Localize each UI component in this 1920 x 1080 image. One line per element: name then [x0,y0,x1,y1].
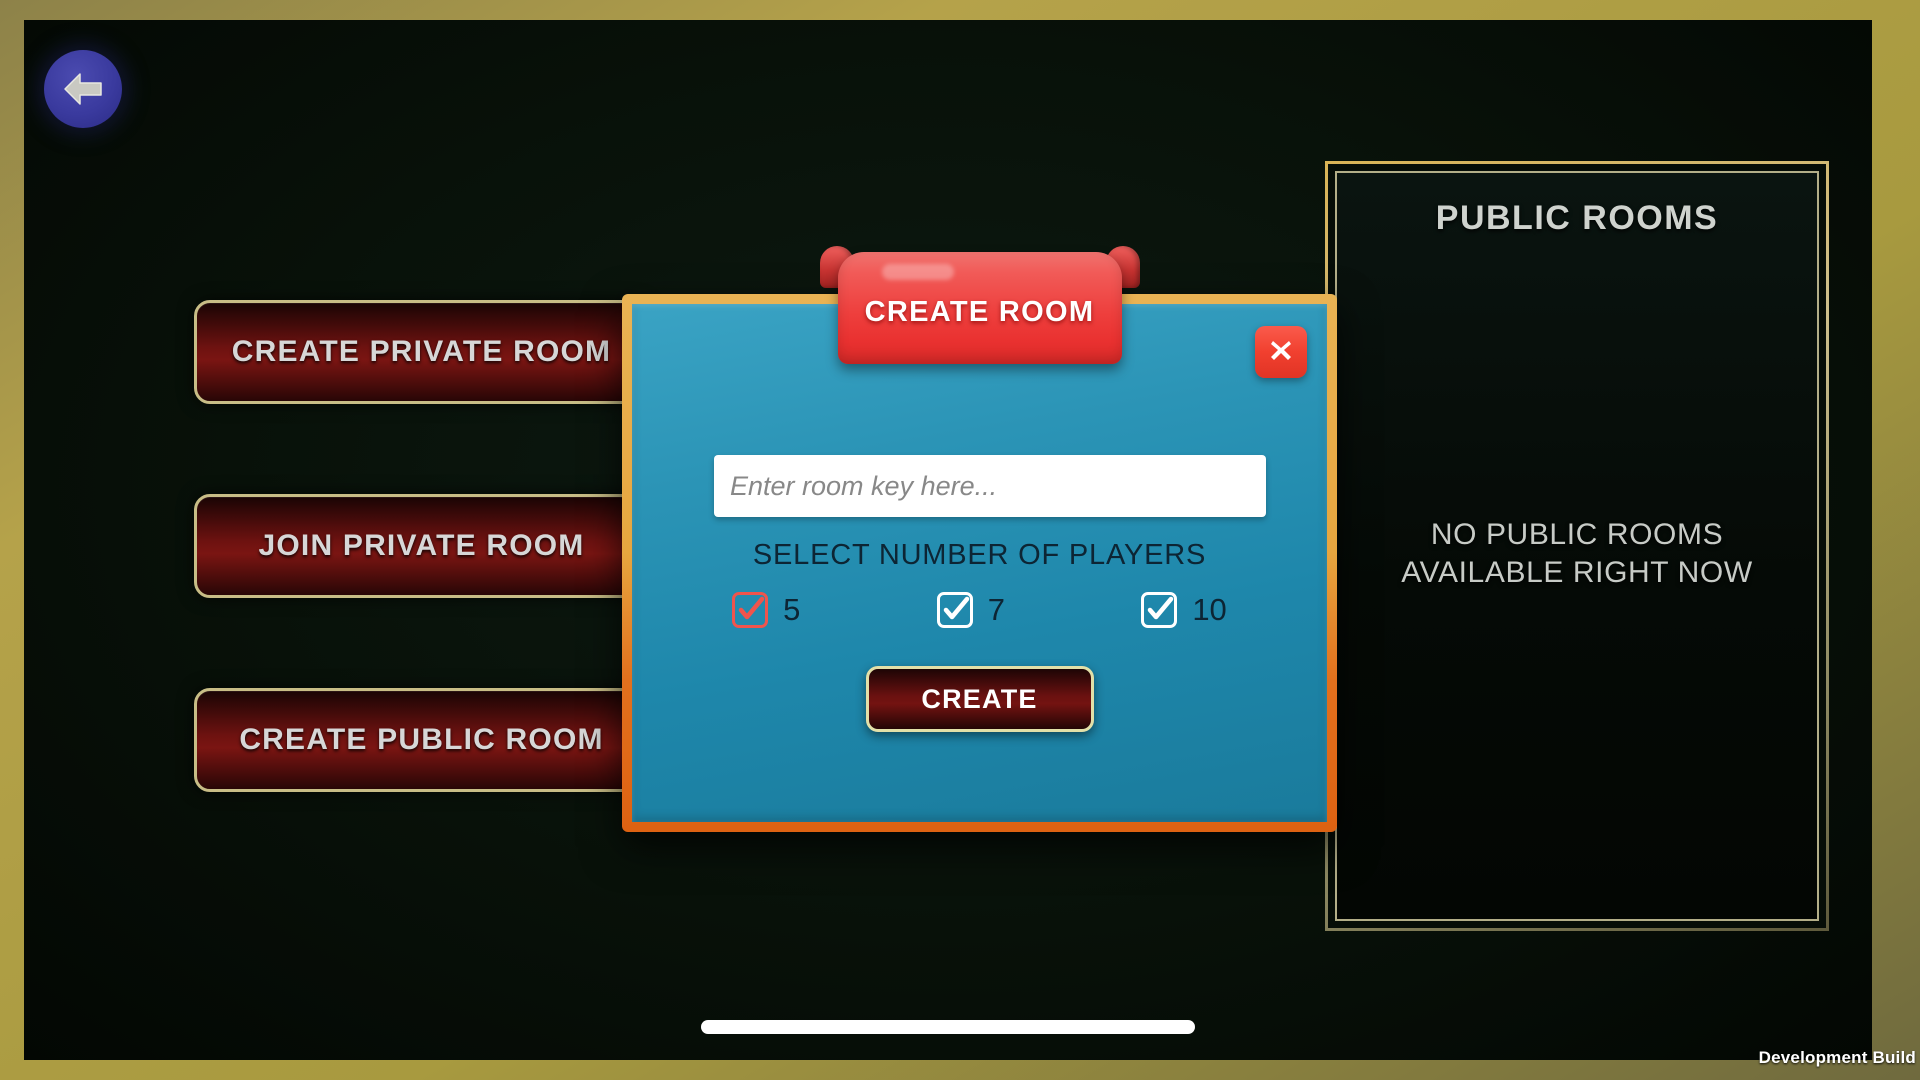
room-key-input[interactable] [714,455,1266,517]
player-option-10[interactable]: 10 [1141,592,1227,628]
game-screen: CREATE PRIVATE ROOM JOIN PRIVATE ROOM CR… [0,0,1920,1080]
create-room-dialog: CREATE ROOM SELECT NUMBER OF PLAYERS [622,246,1337,832]
public-rooms-empty-line-2: AVAILABLE RIGHT NOW [1401,556,1753,590]
close-x-icon [1266,335,1296,370]
checkbox-7-icon[interactable] [936,592,973,628]
dialog-ribbon-banner: CREATE ROOM [819,246,1140,364]
player-option-7-label: 7 [987,592,1005,627]
create-public-room-label: CREATE PUBLIC ROOM [239,723,604,756]
create-public-room-button[interactable]: CREATE PUBLIC ROOM [194,688,649,792]
public-rooms-empty-line-1: NO PUBLIC ROOMS [1430,518,1724,551]
arrow-left-icon [60,69,106,109]
home-indicator[interactable] [701,1020,1195,1034]
public-rooms-title: PUBLIC ROOMS [1435,199,1719,237]
create-private-room-button[interactable]: CREATE PRIVATE ROOM [194,300,649,404]
player-option-5[interactable]: 5 [732,592,800,628]
select-players-label: SELECT NUMBER OF PLAYERS [752,539,1207,571]
player-count-options: 5 7 10 [664,592,1295,628]
create-room-dialog-body: CREATE ROOM SELECT NUMBER OF PLAYERS [632,246,1327,822]
public-rooms-empty-message: NO PUBLIC ROOMS AVAILABLE RIGHT NOW [1337,516,1817,593]
public-rooms-list[interactable]: PUBLIC ROOMS NO PUBLIC ROOMS AVAILABLE R… [1335,171,1819,921]
player-option-10-label: 10 [1192,592,1227,627]
create-room-submit-button[interactable]: CREATE [865,666,1094,732]
back-button[interactable] [44,50,122,128]
checkbox-5-icon[interactable] [732,592,769,628]
checkbox-10-icon[interactable] [1141,592,1178,628]
development-build-watermark: Development Build [1758,1048,1916,1067]
player-option-7[interactable]: 7 [936,592,1005,628]
public-rooms-panel: PUBLIC ROOMS NO PUBLIC ROOMS AVAILABLE R… [1325,161,1829,931]
ribbon-gloss [881,264,954,280]
dialog-title: CREATE ROOM [864,296,1095,328]
playfield: CREATE PRIVATE ROOM JOIN PRIVATE ROOM CR… [24,20,1872,1060]
join-private-room-label: JOIN PRIVATE ROOM [258,529,585,562]
create-private-room-label: CREATE PRIVATE ROOM [231,335,612,368]
player-option-5-label: 5 [783,592,801,627]
close-dialog-button[interactable] [1255,326,1307,378]
join-private-room-button[interactable]: JOIN PRIVATE ROOM [194,494,649,598]
